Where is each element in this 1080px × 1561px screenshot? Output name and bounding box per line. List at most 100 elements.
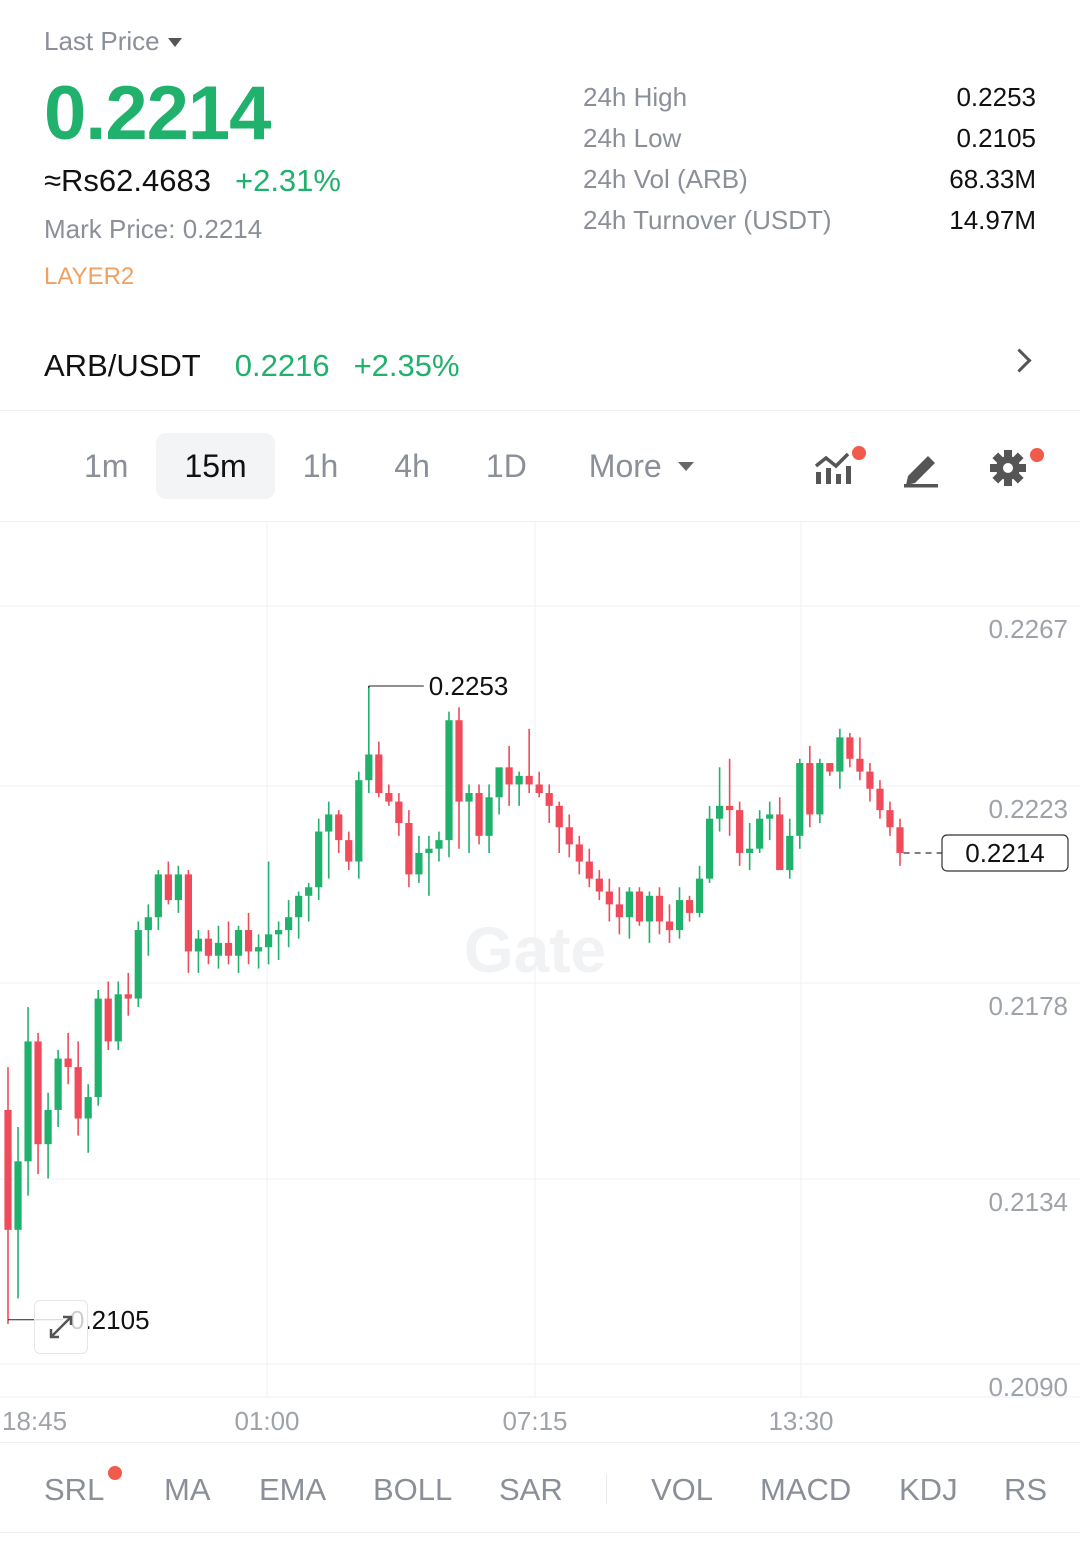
candle-body bbox=[796, 763, 804, 836]
candle bbox=[465, 784, 473, 853]
tab-1m[interactable]: 1m bbox=[56, 433, 156, 499]
candle bbox=[164, 861, 172, 905]
candle-body bbox=[445, 720, 453, 841]
indicator-sar[interactable]: SAR bbox=[499, 1472, 563, 1508]
candle-body bbox=[365, 754, 373, 781]
candle-body bbox=[655, 895, 664, 922]
candle bbox=[174, 865, 182, 913]
candle-body bbox=[475, 793, 483, 836]
candle bbox=[786, 818, 794, 879]
candle-body bbox=[264, 934, 273, 948]
tab-1h[interactable]: 1h bbox=[275, 433, 367, 499]
stat-value-turnover: 14.97M bbox=[949, 205, 1036, 235]
candle bbox=[736, 801, 744, 866]
settings-gear-icon[interactable] bbox=[988, 446, 1044, 490]
fiat-price: ≈Rs62.4683 bbox=[44, 163, 211, 198]
candle-body bbox=[244, 930, 253, 952]
tab-15m[interactable]: 15m bbox=[156, 433, 275, 499]
tab-4h[interactable]: 4h bbox=[366, 433, 458, 499]
candle bbox=[846, 733, 854, 768]
indicator-ema[interactable]: EMA bbox=[259, 1472, 326, 1508]
candle-body bbox=[685, 900, 694, 913]
candlestick-chart[interactable]: Gate 0.22530.21050.2214 0.2267 0.2223 0.21… bbox=[0, 522, 1080, 1444]
high-price-label: 0.2253 bbox=[429, 671, 509, 701]
stat-label-vol: 24h Vol (ARB) bbox=[583, 164, 748, 194]
indicator-srl[interactable]: SRL bbox=[44, 1472, 104, 1508]
candle-body bbox=[54, 1058, 62, 1110]
more-intervals-dropdown[interactable]: More bbox=[555, 433, 722, 499]
candle-body bbox=[675, 900, 684, 931]
candle bbox=[675, 887, 684, 939]
candle bbox=[14, 1127, 22, 1299]
chart-indicator-icon[interactable] bbox=[812, 446, 866, 490]
candle bbox=[455, 707, 463, 849]
indicator-macd[interactable]: MACD bbox=[760, 1472, 851, 1508]
candle-body bbox=[34, 1041, 42, 1145]
candle-body bbox=[224, 942, 233, 956]
candle bbox=[34, 1032, 42, 1175]
indicator-boll[interactable]: BOLL bbox=[373, 1472, 452, 1508]
candle-body bbox=[836, 737, 844, 772]
last-price-label: Last Price bbox=[44, 26, 160, 56]
candle-body bbox=[505, 767, 513, 785]
candle-body bbox=[315, 831, 323, 888]
x-tick-label: 07:15 bbox=[502, 1406, 567, 1436]
candle-body bbox=[535, 784, 543, 794]
candle-body bbox=[485, 797, 493, 836]
candle-body bbox=[495, 767, 503, 798]
draw-pencil-icon[interactable] bbox=[900, 446, 944, 490]
stat-label-turnover: 24h Turnover (USDT) bbox=[583, 205, 832, 235]
candle-body bbox=[846, 737, 854, 759]
indicator-kdj[interactable]: KDJ bbox=[899, 1472, 958, 1508]
candle bbox=[575, 835, 583, 875]
candle bbox=[104, 981, 112, 1050]
chevron-right-icon[interactable] bbox=[1007, 348, 1032, 373]
candle-body bbox=[385, 793, 393, 802]
candle-body bbox=[44, 1109, 52, 1145]
tab-1d[interactable]: 1D bbox=[458, 433, 555, 499]
candle bbox=[254, 934, 263, 969]
candle-body bbox=[625, 891, 634, 918]
y-tick-label: 0.2267 bbox=[988, 614, 1068, 644]
candle bbox=[74, 1041, 82, 1136]
candle-body bbox=[615, 904, 623, 918]
candle bbox=[214, 925, 223, 969]
candle bbox=[64, 1032, 72, 1085]
candle bbox=[415, 835, 423, 883]
divider bbox=[0, 1442, 1080, 1443]
spot-pair-row[interactable]: ARB/USDT 0.2216 +2.35% bbox=[44, 348, 460, 384]
fiat-row: ≈Rs62.4683 +2.31% bbox=[44, 163, 341, 199]
candle bbox=[355, 771, 363, 879]
candle-body bbox=[254, 947, 263, 952]
candle bbox=[525, 728, 533, 794]
indicator-vol[interactable]: VOL bbox=[651, 1472, 713, 1508]
pair-symbol: ARB/USDT bbox=[44, 348, 201, 383]
candle bbox=[886, 801, 894, 836]
candle bbox=[224, 921, 233, 965]
last-price-dropdown[interactable]: Last Price bbox=[44, 26, 182, 57]
expand-chart-button[interactable] bbox=[34, 1300, 88, 1354]
candle bbox=[44, 1092, 52, 1179]
stat-label-high: 24h High bbox=[583, 82, 688, 112]
candle-body bbox=[635, 891, 644, 922]
candle-body bbox=[786, 835, 794, 871]
candle-body bbox=[736, 810, 744, 853]
indicator-rsi[interactable]: RSI bbox=[1004, 1472, 1050, 1508]
candle bbox=[625, 887, 634, 939]
indicator-ma[interactable]: MA bbox=[164, 1472, 211, 1508]
candle bbox=[345, 831, 353, 871]
candle bbox=[144, 904, 152, 956]
candle bbox=[375, 741, 383, 798]
stat-value-vol: 68.33M bbox=[949, 164, 1036, 194]
candle bbox=[285, 900, 293, 948]
candle bbox=[4, 1067, 12, 1325]
candle bbox=[856, 737, 864, 781]
candle bbox=[505, 745, 513, 806]
sector-tag[interactable]: LAYER2 bbox=[44, 263, 134, 291]
watermark-logo: Gate bbox=[464, 914, 606, 986]
candle bbox=[234, 925, 243, 973]
candle-body bbox=[565, 827, 573, 845]
candle-body bbox=[585, 861, 593, 879]
candle bbox=[746, 822, 754, 871]
candle bbox=[635, 887, 644, 926]
